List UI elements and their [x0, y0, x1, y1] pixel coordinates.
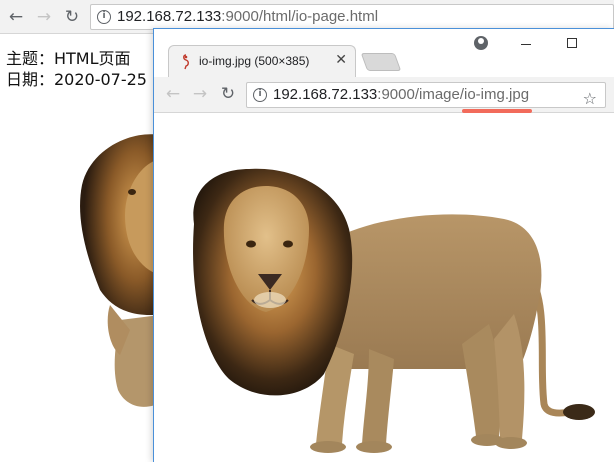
forward-arrow-icon[interactable]: → — [189, 83, 211, 105]
address-host: 192.168.72.133 — [117, 8, 222, 25]
foreground-browser-window: io-img.jpg (500×385) ✕ ← → ↻ i 192.168.7… — [153, 28, 614, 462]
background-page-content: 主题：HTML页面 日期：2020-07-25 — [0, 35, 160, 462]
profile-icon[interactable] — [474, 36, 488, 50]
reload-icon[interactable]: ↻ — [61, 6, 83, 28]
star-icon[interactable]: ☆ — [583, 89, 597, 108]
address-host: 192.168.72.133 — [273, 86, 378, 103]
address-url[interactable]: 192.168.72.133:9000/html/io-page.html — [117, 8, 378, 25]
tab-io-img[interactable]: io-img.jpg (500×385) ✕ — [168, 45, 356, 77]
page-date-text: 日期：2020-07-25 — [6, 70, 147, 89]
back-arrow-icon[interactable]: ← — [5, 6, 27, 28]
info-icon[interactable]: i — [253, 88, 267, 102]
image-viewer-content — [154, 114, 614, 462]
highlight-underline — [462, 109, 532, 113]
address-bar[interactable]: i 192.168.72.133:9000/image/io-img.jpg ☆ — [246, 82, 606, 108]
foreground-toolbar: ← → ↻ i 192.168.72.133:9000/image/io-img… — [154, 77, 614, 113]
info-icon[interactable]: i — [97, 10, 111, 24]
back-arrow-icon[interactable]: ← — [162, 83, 184, 105]
foreground-titlebar: io-img.jpg (500×385) ✕ — [154, 29, 614, 77]
maximize-icon[interactable] — [562, 33, 582, 53]
address-bar[interactable]: i 192.168.72.133:9000/html/io-page.html — [90, 4, 614, 30]
minimize-icon[interactable] — [516, 33, 536, 53]
address-path: :9000/html/io-page.html — [221, 8, 379, 25]
tab-title: io-img.jpg (500×385) — [199, 54, 310, 68]
image-file-icon — [183, 54, 189, 70]
lion-image — [193, 168, 595, 453]
new-tab-button[interactable] — [360, 53, 402, 71]
close-icon[interactable]: ✕ — [335, 52, 347, 68]
background-lion-image — [80, 134, 160, 407]
reload-icon[interactable]: ↻ — [217, 83, 239, 105]
address-path: :9000/image/io-img.jpg — [377, 86, 530, 103]
forward-arrow-icon[interactable]: → — [33, 6, 55, 28]
address-url[interactable]: 192.168.72.133:9000/image/io-img.jpg — [273, 86, 529, 103]
